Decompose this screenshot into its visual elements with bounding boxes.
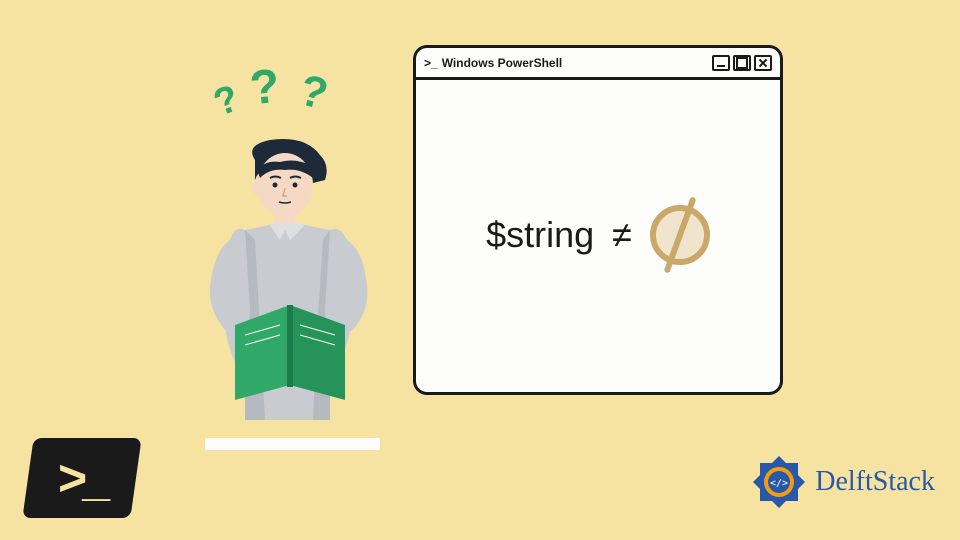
person-illustration bbox=[175, 130, 405, 440]
brand-badge-icon: </> bbox=[751, 454, 807, 510]
powershell-icon: >_ bbox=[22, 438, 141, 518]
question-mark-icon: ? bbox=[294, 65, 333, 120]
minimize-icon bbox=[712, 55, 730, 71]
question-mark-icon: ? bbox=[208, 77, 245, 125]
brand-logo: </> DelftStack bbox=[751, 454, 935, 510]
svg-text:</>: </> bbox=[770, 478, 788, 489]
powershell-glyph: >_ bbox=[58, 449, 105, 507]
window-content: $string ≠ bbox=[416, 80, 780, 389]
not-equal-icon: ≠ bbox=[612, 214, 632, 256]
expression-variable: $string bbox=[486, 214, 594, 256]
question-marks-group: ? ? ? bbox=[215, 60, 355, 140]
maximize-icon bbox=[733, 55, 751, 71]
window-titlebar: >_ Windows PowerShell bbox=[416, 48, 780, 80]
table-surface bbox=[205, 438, 380, 450]
prompt-icon: >_ bbox=[424, 56, 438, 70]
brand-name: DelftStack bbox=[815, 466, 935, 498]
window-title: Windows PowerShell bbox=[442, 56, 709, 70]
empty-set-icon bbox=[650, 205, 710, 265]
question-mark-icon: ? bbox=[248, 59, 282, 116]
powershell-window: >_ Windows PowerShell $string ≠ bbox=[413, 45, 783, 395]
close-icon bbox=[754, 55, 772, 71]
